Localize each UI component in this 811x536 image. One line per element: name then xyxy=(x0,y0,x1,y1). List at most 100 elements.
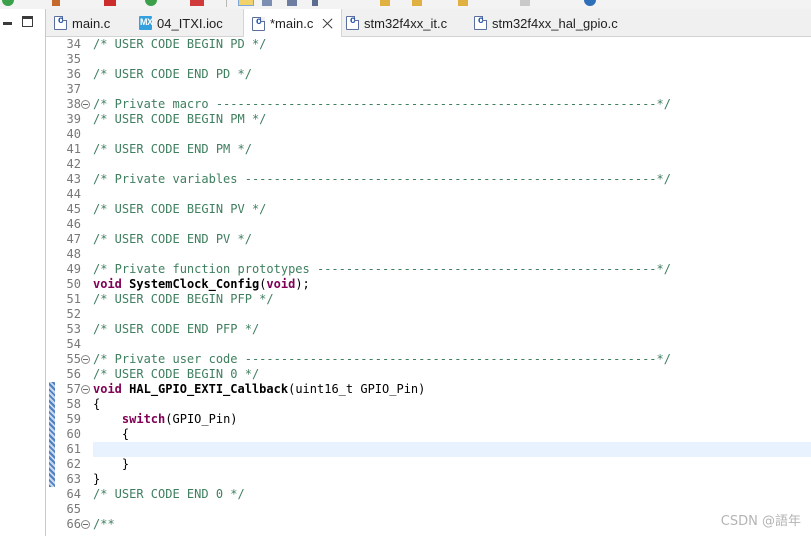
code-text: (GPIO_Pin) xyxy=(165,412,238,426)
line-number: 36 xyxy=(66,67,81,81)
c-file-icon xyxy=(474,15,487,30)
c-file-icon xyxy=(54,15,67,30)
line-number: 65 xyxy=(66,502,81,516)
tab-stm32f4xx-hal-gpio-c[interactable]: stm32f4xx_hal_gpio.c xyxy=(474,9,618,37)
search-icon[interactable] xyxy=(287,0,297,6)
tab-label: stm32f4xx_it.c xyxy=(364,15,448,31)
line-number: 35 xyxy=(66,52,81,66)
code-line: /* USER CODE END PV */ xyxy=(93,232,252,246)
code-line: /* USER CODE END PM */ xyxy=(93,142,252,156)
code-line: /* Private function prototypes ---------… xyxy=(93,262,671,276)
pin-icon[interactable] xyxy=(312,0,318,6)
edit-icon[interactable] xyxy=(238,0,254,6)
line-number: 38 xyxy=(66,97,81,111)
code-line: /* USER CODE BEGIN PFP */ xyxy=(93,292,274,306)
line-number: 60 xyxy=(66,427,81,441)
minimize-icon[interactable] xyxy=(3,22,12,25)
line-number: 66 xyxy=(66,517,81,531)
editor-tab-bar: main.c 04_ITXI.ioc *main.c stm32f4xx_it.… xyxy=(46,9,811,38)
line-number: 50 xyxy=(66,277,81,291)
close-icon[interactable] xyxy=(322,18,333,29)
code-text: ); xyxy=(295,277,310,291)
line-number: 34 xyxy=(66,37,81,51)
line-number: 63 xyxy=(66,472,81,486)
forward-icon[interactable] xyxy=(520,0,530,6)
line-number: 52 xyxy=(66,307,81,321)
next-annotation-icon[interactable] xyxy=(380,0,390,6)
keyword: void xyxy=(93,277,122,291)
keyword: void xyxy=(93,382,122,396)
code-line: { xyxy=(93,427,130,441)
tab-label: 04_ITXI.ioc xyxy=(157,15,223,31)
line-number: 55 xyxy=(66,352,81,366)
line-number: 57 xyxy=(66,382,81,396)
line-number: 51 xyxy=(66,292,81,306)
line-number: 42 xyxy=(66,157,81,171)
debug-icon[interactable] xyxy=(104,0,116,6)
code-line: /* USER CODE BEGIN PD */ xyxy=(93,37,267,51)
code-line: void SystemClock_Config(void); xyxy=(93,277,310,292)
fold-collapse-icon[interactable] xyxy=(81,385,90,394)
tool-icon[interactable] xyxy=(52,0,60,6)
fold-collapse-icon[interactable] xyxy=(81,100,90,109)
fold-collapse-icon[interactable] xyxy=(81,355,90,364)
code-line: /* Private variables -------------------… xyxy=(93,172,671,186)
stm32cubemx-file-icon xyxy=(139,16,153,30)
c-file-icon xyxy=(346,15,359,30)
line-number: 59 xyxy=(66,412,81,426)
function-name: SystemClock_Config xyxy=(129,277,260,291)
side-view xyxy=(0,9,46,536)
code-line: /* USER CODE BEGIN PM */ xyxy=(93,112,267,126)
tab-label: stm32f4xx_hal_gpio.c xyxy=(492,15,618,31)
line-number: 39 xyxy=(66,112,81,126)
line-number: 47 xyxy=(66,232,81,246)
code-line: { xyxy=(93,397,101,411)
main-toolbar xyxy=(0,0,811,9)
line-number: 64 xyxy=(66,487,81,501)
line-number: 41 xyxy=(66,142,81,156)
maximize-icon[interactable] xyxy=(22,16,33,27)
code-line: switch(GPIO_Pin) xyxy=(93,412,238,427)
tab-04-itxi-ioc[interactable]: 04_ITXI.ioc xyxy=(139,9,223,37)
open-type-icon[interactable] xyxy=(262,0,272,6)
line-number: 45 xyxy=(66,202,81,216)
code-line: /* USER CODE END 0 */ xyxy=(93,487,245,501)
previous-annotation-icon[interactable] xyxy=(412,0,422,6)
help-icon[interactable] xyxy=(584,0,596,6)
back-icon[interactable] xyxy=(458,0,468,6)
code-line: /** xyxy=(93,517,115,531)
function-name: HAL_GPIO_EXTI_Callback xyxy=(129,382,289,396)
toolbar-separator xyxy=(226,0,227,7)
tab-label: *main.c xyxy=(270,16,314,31)
line-number: 43 xyxy=(66,172,81,186)
line-number: 62 xyxy=(66,457,81,471)
stop-icon[interactable] xyxy=(190,0,204,6)
line-number: 46 xyxy=(66,217,81,231)
keyword: switch xyxy=(121,412,166,426)
tab-main-c-modified[interactable]: *main.c xyxy=(243,9,343,38)
code-line: } xyxy=(93,472,101,486)
tab-main-c[interactable]: main.c xyxy=(54,9,110,37)
line-number: 48 xyxy=(66,247,81,261)
line-number: 61 xyxy=(66,442,81,456)
keyword: void xyxy=(266,277,296,291)
line-number: 56 xyxy=(66,367,81,381)
line-number: 40 xyxy=(66,127,81,141)
fold-collapse-icon[interactable] xyxy=(81,520,90,529)
tab-label: main.c xyxy=(72,15,111,31)
line-number: 53 xyxy=(66,322,81,336)
watermark: CSDN @語年 xyxy=(720,514,801,529)
line-number: 58 xyxy=(66,397,81,411)
code-line: } xyxy=(93,457,130,471)
line-number: 54 xyxy=(66,337,81,351)
code-editor[interactable]: 34 35 36 37 38 39 40 41 42 43 44 45 46 4… xyxy=(46,37,811,536)
code-line: /* USER CODE END PFP */ xyxy=(93,322,260,336)
refresh-icon[interactable] xyxy=(2,0,14,6)
code-line: /* Private user code -------------------… xyxy=(93,352,671,366)
code-line: /* Private macro -----------------------… xyxy=(93,97,671,111)
line-number: 37 xyxy=(66,82,81,96)
run-icon[interactable] xyxy=(145,0,157,6)
code-line: /* USER CODE END PD */ xyxy=(93,67,252,81)
tab-stm32f4xx-it-c[interactable]: stm32f4xx_it.c xyxy=(346,9,447,37)
line-number: 49 xyxy=(66,262,81,276)
